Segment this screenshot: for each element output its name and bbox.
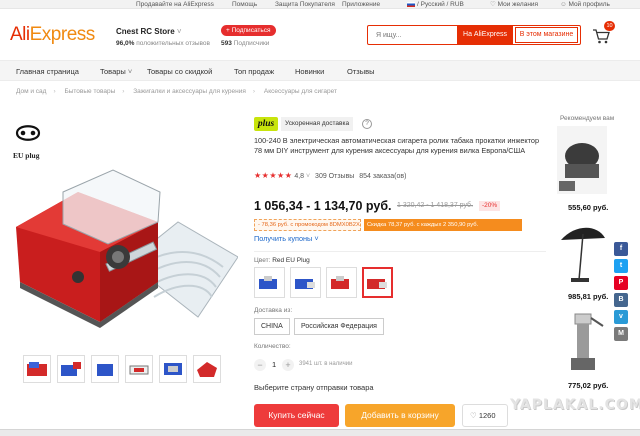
pinterest-share-icon[interactable]: P (614, 276, 628, 290)
recommended-price: 555,60 руб. (568, 203, 609, 212)
product-price: 1 056,34 - 1 134,70 руб. (254, 199, 392, 213)
quantity-value[interactable]: 1 (272, 360, 276, 369)
recommended-product-image[interactable] (557, 126, 607, 194)
shipping-label: Доставка из: (254, 307, 293, 314)
heart-icon: ♡ (490, 1, 498, 8)
fast-shipping-badge: Ускоренная доставка (281, 117, 354, 131)
locale-selector[interactable]: / Русский / RUB (407, 0, 464, 9)
product-thumbnail[interactable] (91, 355, 119, 383)
nav-home[interactable]: Главная страница (16, 61, 79, 82)
breadcrumb: Дом и сад › Бытовые товары › Зажигалки и а… (16, 88, 338, 95)
nav-top-sellers[interactable]: Топ продаж (234, 61, 274, 82)
nav-new[interactable]: Новинки (295, 61, 324, 82)
store-rating: 96,0% положительных отзывов (116, 40, 210, 47)
old-price: 1 320,42 - 1 418,37 руб. (397, 202, 474, 209)
nav-reviews[interactable]: Отзывы (347, 61, 374, 82)
follow-store-button[interactable]: + Подписаться (221, 25, 276, 36)
rating-chevron-icon: ˅ (306, 173, 311, 180)
breadcrumb-item[interactable]: Аксессуары для сигарет (264, 88, 337, 95)
search-bar: На AliExpress В этом магазине (367, 25, 581, 45)
recommended-product-image[interactable] (557, 218, 607, 286)
vk-share-icon[interactable]: B (614, 293, 628, 307)
search-input[interactable] (368, 26, 456, 44)
buy-now-button[interactable]: Купить сейчас (254, 404, 339, 427)
get-coupons-link[interactable]: Получить купоны ˅ (254, 234, 319, 243)
breadcrumb-item[interactable]: Дом и сад (16, 88, 46, 95)
info-icon[interactable]: ? (362, 119, 372, 129)
horizontal-scrollbar[interactable] (0, 429, 640, 436)
promo-coupon[interactable]: Скидка 78,37 руб. с каждых 2 350,90 руб. (364, 219, 522, 231)
wishlist-button[interactable]: ♡ 1260 (462, 404, 508, 427)
orders-count: 854 заказа(ов) (359, 173, 407, 180)
seller-link[interactable]: Продавайте на AliExpress (136, 0, 214, 9)
heart-icon: ♡ (470, 411, 477, 420)
search-store-button[interactable]: В этом магазине (515, 27, 578, 43)
color-label: Цвет: Red EU Plug (254, 257, 310, 264)
quantity-minus-button[interactable]: − (254, 359, 266, 371)
plus-badge: plus (254, 117, 278, 131)
main-product-image[interactable] (8, 152, 238, 342)
facebook-share-icon[interactable]: f (614, 242, 628, 256)
recommendations-title: Рекомендуем вам (560, 115, 615, 122)
chevron-down-icon: ˅ (314, 234, 319, 243)
store-name[interactable]: Cnest RC Store ˅ (116, 27, 182, 36)
recommended-product-image[interactable] (557, 308, 607, 376)
nav-products[interactable]: Товары ˅ (100, 61, 132, 82)
recommended-price: 985,81 руб. (568, 292, 609, 301)
store-nav: Главная страница Товары ˅ Товары со скид… (0, 60, 640, 81)
product-thumbnail[interactable] (159, 355, 187, 383)
product-title: 100-240 В электрическая автоматическая с… (254, 136, 540, 155)
choose-country-text: Выберите страну отправки товара (254, 383, 374, 392)
cart-count-badge: 10 (604, 21, 615, 31)
twitter-share-icon[interactable]: t (614, 259, 628, 273)
product-thumbnail[interactable] (193, 355, 221, 383)
help-link[interactable]: Помощь (232, 0, 257, 9)
ship-from-russia[interactable]: Российская Федерация (294, 318, 384, 335)
search-aliexpress-button[interactable]: На AliExpress (457, 26, 513, 44)
color-option-selected[interactable] (362, 267, 393, 298)
color-option[interactable] (290, 267, 321, 298)
email-share-icon[interactable]: M (614, 327, 628, 341)
breadcrumb-item[interactable]: Бытовые товары (64, 88, 115, 95)
locale-text: / Русский / RUB (417, 1, 464, 8)
nav-sale[interactable]: Товары со скидкой (147, 61, 212, 82)
breadcrumb-item[interactable]: Зажигалки и аксессуары для курения (133, 88, 246, 95)
rating-stars-icon: ★★★★★ (254, 171, 293, 180)
profile-link[interactable]: ☺ Мой профиль (560, 0, 610, 9)
reviews-link[interactable]: 309 Отзывы (315, 173, 354, 180)
divider (254, 251, 546, 252)
russia-flag-icon (407, 1, 415, 7)
stock-count: 3941 шт. в наличии (299, 361, 353, 367)
chevron-down-icon: ˅ (176, 27, 182, 36)
discount-badge: -20% (479, 201, 501, 211)
rating-row: ★★★★★ 4,8 ˅ 309 Отзывы 854 заказа(ов) (254, 171, 406, 181)
add-to-cart-button[interactable]: Добавить в корзину (345, 404, 455, 427)
ship-from-china[interactable]: CHINA (254, 318, 290, 335)
wishlist-link[interactable]: ♡ Мои желания (490, 0, 538, 9)
chevron-down-icon: ˅ (127, 67, 133, 76)
aliexpress-logo[interactable]: AliExpress (10, 24, 95, 46)
product-thumbnail[interactable] (57, 355, 85, 383)
top-utility-bar: Продавайте на AliExpress Помощь Защита П… (0, 0, 640, 9)
watermark: YAPLAKAL.COM (510, 397, 640, 413)
product-thumbnail[interactable] (125, 355, 153, 383)
quantity-label: Количество: (254, 343, 291, 350)
store-coupon[interactable]: - 78,36 руб. с промокодом 8DMX0B2XX342 (254, 219, 361, 231)
app-link[interactable]: Приложение (342, 0, 380, 9)
vk-alt-share-icon[interactable]: v (614, 310, 628, 324)
rating-value: 4,8 (294, 173, 305, 180)
color-option[interactable] (326, 267, 357, 298)
quantity-plus-button[interactable]: + (282, 359, 294, 371)
subscribers-count: 593 Подписчики (221, 40, 270, 47)
eu-plug-icon (15, 125, 41, 141)
wishlist-count: 1260 (478, 411, 496, 420)
recommended-price: 775,02 руб. (568, 381, 609, 390)
color-option[interactable] (254, 267, 285, 298)
buyer-protection-link[interactable]: Защита Покупателя (275, 0, 335, 9)
product-thumbnail[interactable] (23, 355, 51, 383)
